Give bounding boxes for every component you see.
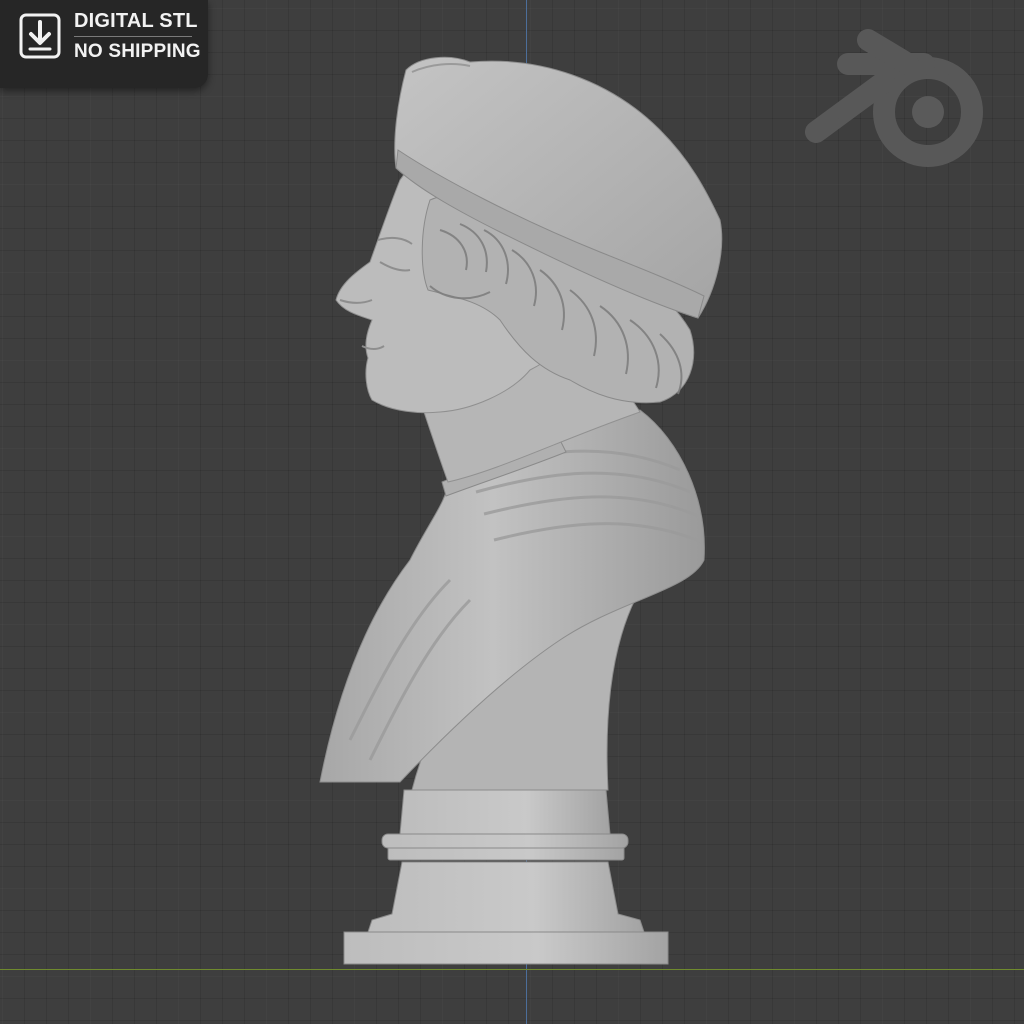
download-icon bbox=[19, 13, 61, 59]
badge-title: DIGITAL STL bbox=[74, 10, 198, 32]
plinth bbox=[343, 789, 669, 965]
badge-divider bbox=[74, 36, 192, 37]
blender-logo-icon bbox=[805, 29, 983, 167]
digital-stl-badge: DIGITAL STL NO SHIPPING bbox=[0, 0, 208, 88]
3d-viewport[interactable] bbox=[0, 0, 1024, 1024]
badge-subtitle: NO SHIPPING bbox=[74, 41, 201, 62]
bust-model[interactable] bbox=[300, 40, 760, 980]
